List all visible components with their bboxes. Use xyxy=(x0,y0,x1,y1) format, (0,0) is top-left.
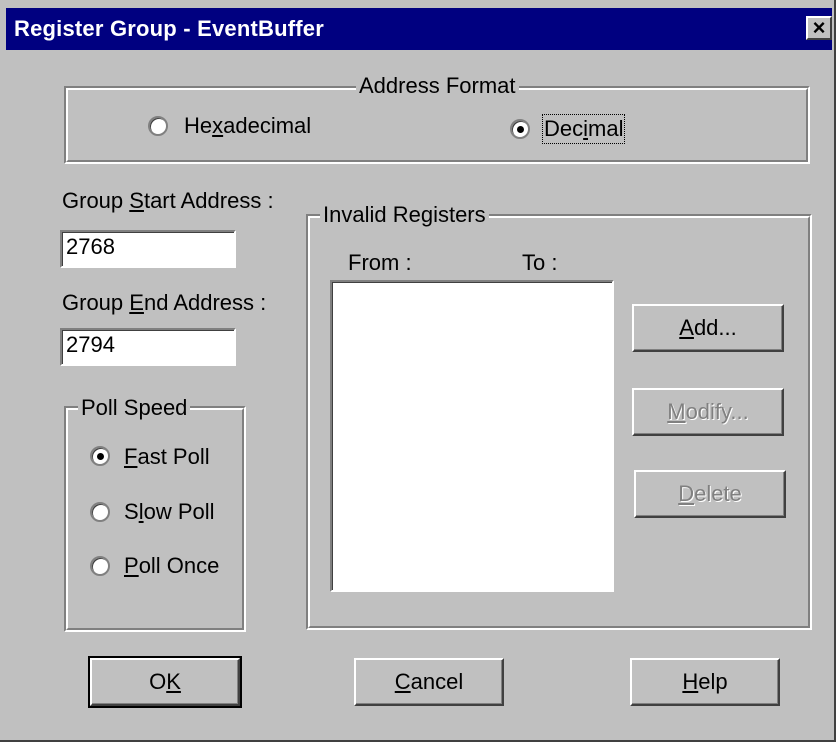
slow-poll-label[interactable]: Slow Poll xyxy=(124,499,215,525)
invalid-registers-list[interactable] xyxy=(330,280,614,592)
from-column-header: From : xyxy=(348,250,412,275)
decimal-label[interactable]: Decimal xyxy=(541,114,626,144)
group-end-address-label: Group End Address : xyxy=(62,290,267,315)
modify-button[interactable]: Modify... xyxy=(632,388,784,436)
group-end-address-input[interactable]: 2794 xyxy=(60,328,236,366)
group-start-address-label: Group Start Address : xyxy=(62,188,274,213)
hexadecimal-radio[interactable] xyxy=(148,116,168,136)
poll-speed-legend: Poll Speed xyxy=(78,395,191,421)
delete-button[interactable]: Delete xyxy=(634,470,786,518)
title-bar[interactable]: Register Group - EventBuffer × xyxy=(6,8,832,50)
invalid-registers-legend: Invalid Registers xyxy=(320,202,489,228)
slow-poll-radio[interactable] xyxy=(90,502,110,522)
cancel-button[interactable]: Cancel xyxy=(354,658,504,706)
address-format-legend: Address Format xyxy=(356,73,519,99)
close-button[interactable]: × xyxy=(806,16,832,40)
group-start-address-input[interactable]: 2768 xyxy=(60,230,236,268)
ok-button[interactable]: OK xyxy=(88,656,242,708)
poll-once-label[interactable]: Poll Once xyxy=(124,553,219,579)
add-button[interactable]: Add... xyxy=(632,304,784,352)
poll-once-radio[interactable] xyxy=(90,556,110,576)
help-button[interactable]: Help xyxy=(630,658,780,706)
fast-poll-radio[interactable] xyxy=(90,446,110,466)
fast-poll-label[interactable]: Fast Poll xyxy=(124,444,210,470)
hexadecimal-label[interactable]: Hexadecimal xyxy=(184,113,311,139)
decimal-radio[interactable] xyxy=(510,119,530,139)
register-group-dialog: Register Group - EventBuffer × Address F… xyxy=(0,0,836,742)
close-icon: × xyxy=(812,15,826,40)
dialog-title: Register Group - EventBuffer xyxy=(14,16,324,41)
to-column-header: To : xyxy=(522,250,558,275)
